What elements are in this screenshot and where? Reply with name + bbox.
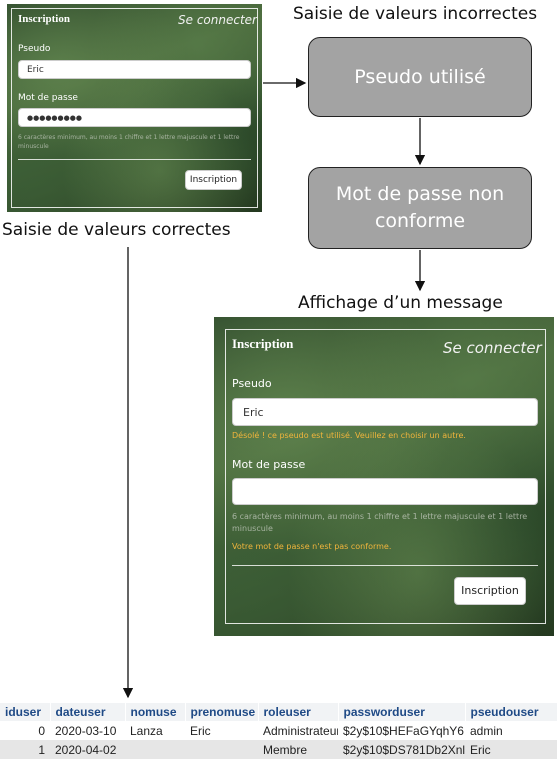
large-form-separator (232, 565, 538, 566)
large-form-pseudo-label: Pseudo (232, 377, 272, 390)
large-form-submit-button[interactable]: Inscription (454, 577, 526, 605)
column-header-dateuser[interactable]: dateuser (50, 703, 126, 721)
column-header-roleuser[interactable]: roleuser (258, 703, 339, 721)
column-header-prenomuser[interactable]: prenomuse (185, 703, 259, 721)
column-header-pseudouser[interactable]: pseudouser (465, 703, 557, 721)
large-form-password-label: Mot de passe (232, 458, 306, 471)
large-form-title: Inscription (232, 336, 294, 351)
table-row[interactable]: 1 2020-04-02 Membre $2y$10$DS781Db2Xnl E… (0, 740, 557, 759)
large-form-panel: Inscription Se connecter Pseudo Eric Dés… (214, 317, 554, 636)
column-header-iduser[interactable]: iduser (0, 703, 51, 721)
table-row[interactable]: 0 2020-03-10 Lanza Eric Administrateur $… (0, 721, 557, 740)
cell-pseudouser: Eric (465, 740, 557, 759)
column-header-nomuser[interactable]: nomuse (125, 703, 186, 721)
large-form-password-error: Votre mot de passe n'est pas conforme. (232, 542, 392, 551)
large-form-login-link[interactable]: Se connecter (443, 339, 542, 357)
users-table: iduser dateuser nomuse prenomuse roleuse… (0, 703, 557, 759)
cell-prenomuser: Eric (185, 721, 258, 740)
cell-prenomuser (185, 740, 258, 759)
cell-nomuser: Lanza (125, 721, 185, 740)
cell-dateuser: 2020-03-10 (50, 721, 125, 740)
column-header-passworduser[interactable]: passworduser (338, 703, 466, 721)
table-header-row: iduser dateuser nomuse prenomuse roleuse… (0, 703, 557, 721)
cell-roleuser: Membre (258, 740, 338, 759)
cell-iduser: 1 (0, 740, 50, 759)
cell-pseudouser: admin (465, 721, 557, 740)
cell-nomuser (125, 740, 185, 759)
large-form-password-hint: 6 caractères minimum, au moins 1 chiffre… (232, 512, 528, 533)
large-form-password-input[interactable] (232, 478, 538, 505)
large-form-pseudo-input[interactable]: Eric (232, 398, 538, 426)
cell-passworduser: $2y$10$DS781Db2Xnl (338, 740, 465, 759)
cell-roleuser: Administrateur (258, 721, 338, 740)
cell-passworduser: $2y$10$HEFaGYqhY6 (338, 721, 465, 740)
cell-dateuser: 2020-04-02 (50, 740, 125, 759)
cell-iduser: 0 (0, 721, 50, 740)
large-form-pseudo-error: Désolé ! ce pseudo est utilisé. Veuillez… (232, 431, 466, 440)
